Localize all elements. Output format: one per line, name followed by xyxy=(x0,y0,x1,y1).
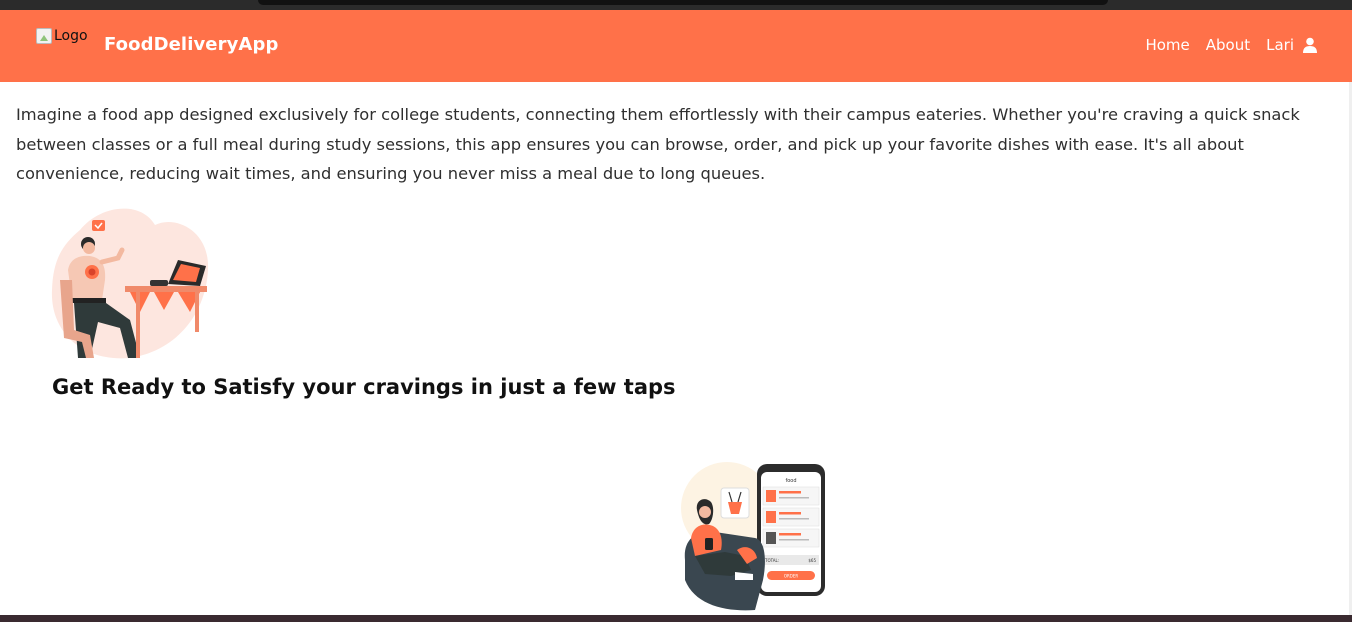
nav-link-about[interactable]: About xyxy=(1206,36,1250,54)
logo[interactable]: Logo xyxy=(36,28,88,44)
address-bar-edge xyxy=(258,0,1108,5)
phone-total-value: $65 xyxy=(808,558,816,563)
user-icon xyxy=(1303,37,1317,53)
navbar: Logo FoodDeliveryApp Home About Lari xyxy=(0,10,1352,82)
broken-image-icon xyxy=(36,28,52,44)
browser-top-edge xyxy=(0,0,1352,10)
intro-paragraph: Imagine a food app designed exclusively … xyxy=(16,105,1300,183)
brand-name[interactable]: FoodDeliveryApp xyxy=(104,34,278,55)
phone-title: food xyxy=(785,478,796,484)
nav-link-home[interactable]: Home xyxy=(1145,36,1189,54)
logo-alt-text: Logo xyxy=(54,28,88,44)
user-name: Lari xyxy=(1266,36,1294,54)
nav-links: Home About Lari xyxy=(1145,36,1318,54)
woman-ordering-on-phone-illustration: food TOTAL: $65 ORDER xyxy=(681,462,825,611)
phone-total-label: TOTAL: xyxy=(764,558,779,563)
phone-order-button: ORDER xyxy=(784,574,799,579)
browser-bottom-edge xyxy=(0,615,1352,622)
person-eating-pizza-illustration xyxy=(51,208,209,359)
headline: Get Ready to Satisfy your cravings in ju… xyxy=(52,375,676,399)
user-menu[interactable]: Lari xyxy=(1266,36,1318,54)
